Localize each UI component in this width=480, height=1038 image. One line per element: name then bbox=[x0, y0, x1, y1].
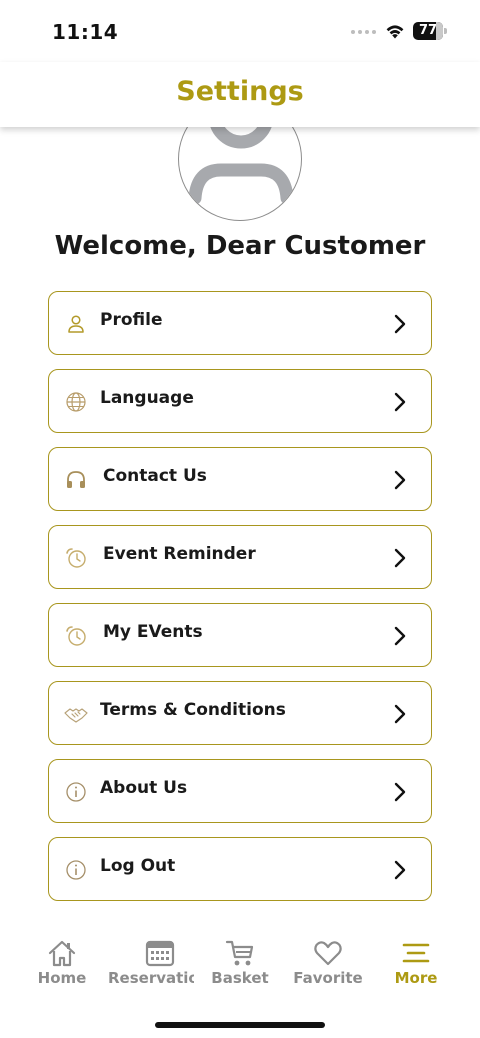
chevron-right-icon bbox=[393, 313, 407, 335]
cart-icon bbox=[225, 938, 255, 968]
tab-more[interactable]: More bbox=[372, 936, 460, 996]
clock-icon bbox=[64, 624, 88, 648]
tab-bar: Home Reservations Basket Favorite More bbox=[0, 936, 480, 996]
chevron-right-icon bbox=[393, 625, 407, 647]
tab-reservations[interactable]: Reservations bbox=[106, 936, 194, 996]
person-icon bbox=[64, 312, 88, 336]
cellular-signal-icon bbox=[351, 30, 376, 34]
status-bar: 11:14 77 bbox=[0, 0, 480, 62]
handshake-icon bbox=[64, 702, 88, 726]
tab-home[interactable]: Home bbox=[18, 936, 106, 996]
chevron-right-icon bbox=[393, 859, 407, 881]
tab-basket[interactable]: Basket bbox=[196, 936, 284, 996]
menu-item-label: Event Reminder bbox=[103, 544, 256, 564]
calendar-icon bbox=[145, 938, 175, 968]
chevron-right-icon bbox=[393, 781, 407, 803]
home-icon bbox=[47, 938, 77, 968]
settings-screen: 11:14 77 Settings Welcome, Dear Customer… bbox=[0, 0, 480, 1038]
status-time: 11:14 bbox=[52, 20, 119, 44]
menu-item-label: Log Out bbox=[100, 856, 176, 876]
menu-item-profile[interactable]: Profile bbox=[48, 291, 432, 355]
page-title: Settings bbox=[176, 76, 304, 107]
info-icon bbox=[64, 780, 88, 804]
tab-label: Reservations bbox=[108, 969, 194, 987]
battery-level: 77 bbox=[418, 23, 438, 38]
chevron-right-icon bbox=[393, 391, 407, 413]
chevron-right-icon bbox=[393, 547, 407, 569]
menu-item-label: Contact Us bbox=[103, 466, 207, 486]
menu-item-about-us[interactable]: About Us bbox=[48, 759, 432, 823]
tab-favorite[interactable]: Favorite bbox=[284, 936, 372, 996]
clock-icon bbox=[64, 546, 88, 570]
menu-item-label: Profile bbox=[100, 310, 163, 330]
battery-icon: 77 bbox=[413, 22, 447, 40]
menu-item-contact-us[interactable]: Contact Us bbox=[48, 447, 432, 511]
tab-label: More bbox=[394, 969, 438, 987]
tab-label: Home bbox=[37, 969, 87, 987]
home-indicator[interactable] bbox=[155, 1022, 325, 1028]
menu-item-terms-conditions[interactable]: Terms & Conditions bbox=[48, 681, 432, 745]
menu-icon bbox=[401, 938, 431, 968]
menu-item-log-out[interactable]: Log Out bbox=[48, 837, 432, 901]
welcome-message: Welcome, Dear Customer bbox=[54, 231, 426, 261]
tab-label: Basket bbox=[211, 969, 269, 987]
globe-icon bbox=[64, 390, 88, 414]
menu-item-label: My EVents bbox=[103, 622, 203, 642]
tab-label: Favorite bbox=[293, 969, 363, 987]
heart-icon bbox=[313, 938, 343, 968]
info-icon bbox=[64, 858, 88, 882]
menu-item-label: Language bbox=[100, 388, 194, 408]
chevron-right-icon bbox=[393, 703, 407, 725]
header: Settings bbox=[0, 62, 480, 127]
wifi-icon bbox=[384, 22, 406, 40]
menu-item-my-events[interactable]: My EVents bbox=[48, 603, 432, 667]
menu-item-label: About Us bbox=[100, 778, 188, 798]
menu-item-event-reminder[interactable]: Event Reminder bbox=[48, 525, 432, 589]
headphones-icon bbox=[64, 468, 88, 492]
menu-item-language[interactable]: Language bbox=[48, 369, 432, 433]
chevron-right-icon bbox=[393, 469, 407, 491]
menu-item-label: Terms & Conditions bbox=[100, 700, 286, 720]
